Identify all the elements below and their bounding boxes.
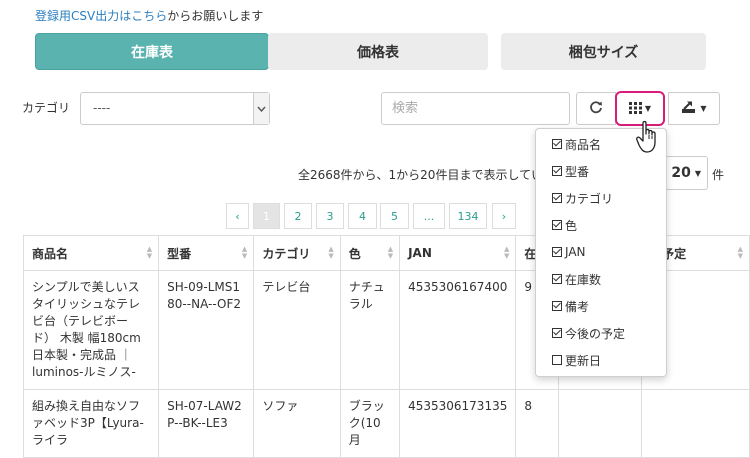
column-header[interactable]: カテゴリ ▲ ▼ xyxy=(253,235,341,271)
menu-item-category[interactable]: カテゴリ xyxy=(552,188,613,208)
checkbox[interactable] xyxy=(552,355,562,365)
column-header-label: JAN xyxy=(408,246,432,260)
refresh-button[interactable] xyxy=(576,92,616,125)
table-cell: 組み換え自由なソファベッド3P【Lyura-ライラ xyxy=(22,389,160,458)
checkbox[interactable] xyxy=(552,247,562,257)
sort-icon: ▲ ▼ xyxy=(387,245,394,260)
checkbox[interactable] xyxy=(552,166,562,176)
pagination-next[interactable]: › xyxy=(492,203,516,229)
tab-stock[interactable]: 在庫表 xyxy=(35,33,269,70)
export-button[interactable]: ▼ xyxy=(668,92,720,125)
hand-cursor-icon xyxy=(636,120,662,160)
page-size-select[interactable]: 20 ▼ xyxy=(660,156,708,190)
grid-icon xyxy=(628,99,642,118)
menu-item-label: JAN xyxy=(565,245,586,259)
table-cell xyxy=(557,389,643,458)
table-cell: 8 xyxy=(515,389,559,458)
checkbox[interactable] xyxy=(552,274,562,284)
checkbox[interactable] xyxy=(552,193,562,203)
pagination-page-2[interactable]: 2 xyxy=(284,203,312,229)
page-size-unit: 件 xyxy=(712,168,725,182)
table-cell: 4535306173135 xyxy=(399,389,517,458)
menu-item-future-plan[interactable]: 今後の予定 xyxy=(552,323,625,343)
checkbox[interactable] xyxy=(552,328,562,338)
menu-item-stock[interactable]: 在庫数 xyxy=(552,269,601,289)
tab-price[interactable]: 価格表 xyxy=(268,33,488,70)
category-select[interactable]: ---- xyxy=(80,92,270,125)
table-cell: ブラック(10月 xyxy=(339,389,401,458)
menu-item-updated-date[interactable]: 更新日 xyxy=(552,350,601,370)
pagination-ellipsis: ... xyxy=(413,203,445,229)
page-size-value: 20 xyxy=(671,165,691,181)
pagination-page-last[interactable]: 134 xyxy=(449,203,487,229)
caret-down-icon: ▼ xyxy=(644,104,652,113)
table-cell xyxy=(641,389,750,458)
menu-item-label: 更新日 xyxy=(565,353,602,368)
chevron-down-icon xyxy=(253,93,269,124)
menu-item-product-name[interactable]: 商品名 xyxy=(552,134,601,154)
column-header-label: 型番 xyxy=(167,246,192,261)
sort-icon: ▲ ▼ xyxy=(737,245,743,260)
table-cell: シンプルで美しいスタイリッシュなテレビ台（テレビボード） 木製 幅180cm 日… xyxy=(22,270,160,390)
search-input[interactable] xyxy=(381,92,570,125)
record-count-text: 全2668件から、1から20件目まで表示していま xyxy=(298,168,538,182)
menu-item-color[interactable]: 色 xyxy=(552,215,577,235)
category-select-value: ---- xyxy=(93,101,111,115)
menu-item-model[interactable]: 型番 xyxy=(552,161,589,181)
table-cell: ナチュラル xyxy=(339,270,401,390)
category-label: カテゴリ xyxy=(22,101,71,115)
menu-item-jan[interactable]: JAN xyxy=(552,242,586,262)
column-header-label: 商品名 xyxy=(32,246,69,261)
table-cell: テレビ台 xyxy=(253,270,341,390)
checkbox[interactable] xyxy=(552,139,562,149)
menu-item-label: 商品名 xyxy=(565,137,602,152)
column-header[interactable]: 色 ▲ ▼ xyxy=(339,235,401,271)
caret-down-icon: ▼ xyxy=(694,168,701,178)
table-cell: ソファ xyxy=(253,389,341,458)
menu-item-label: カテゴリ xyxy=(565,191,614,206)
column-header-label: カテゴリ xyxy=(262,246,311,261)
sort-icon: ▲ ▼ xyxy=(328,245,334,260)
menu-item-label: 今後の予定 xyxy=(565,326,626,341)
table-cell: SH-09-LMS180--NA--OF2 xyxy=(158,270,255,390)
menu-item-label: 型番 xyxy=(565,164,590,179)
refresh-icon xyxy=(589,99,603,118)
column-header-label: 色 xyxy=(348,246,361,261)
column-header[interactable]: JAN ▲ ▼ xyxy=(399,235,517,271)
column-header[interactable]: 型番 ▲ ▼ xyxy=(158,235,255,271)
menu-item-remarks[interactable]: 備考 xyxy=(552,296,589,316)
sort-icon: ▲ ▼ xyxy=(146,245,153,260)
pagination-page-3[interactable]: 3 xyxy=(316,203,344,229)
csv-note-text: からお願いします xyxy=(167,9,264,23)
pagination-page-5[interactable]: 5 xyxy=(380,203,409,229)
menu-item-label: 在庫数 xyxy=(565,272,602,287)
tab-packing-size[interactable]: 梱包サイズ xyxy=(501,33,706,70)
table-cell: 4535306167400 xyxy=(399,270,517,390)
pagination-prev[interactable]: ‹ xyxy=(226,203,249,229)
menu-item-label: 色 xyxy=(565,218,578,233)
sort-icon: ▲ ▼ xyxy=(503,245,510,260)
checkbox[interactable] xyxy=(552,301,562,311)
column-header[interactable]: 商品名 ▲ ▼ xyxy=(22,235,160,271)
csv-note: 登録用CSV出力はこちらからお願いします xyxy=(35,7,263,24)
csv-export-link[interactable]: 登録用CSV出力はこちら xyxy=(35,9,167,23)
table-cell: SH-07-LAW2P--BK--LE3 xyxy=(158,389,255,458)
sort-icon: ▲ ▼ xyxy=(241,245,248,260)
column-visibility-menu: 商品名 型番 カテゴリ 色 JAN 在庫数 備考 今後の予定 更新日 xyxy=(535,128,667,377)
pagination-page-4[interactable]: 4 xyxy=(348,203,377,229)
menu-item-label: 備考 xyxy=(565,299,590,314)
checkbox[interactable] xyxy=(552,220,562,230)
table-row: 組み換え自由なソファベッド3P【Lyura-ライラ SH-07-LAW2P--B… xyxy=(22,389,750,458)
export-icon xyxy=(681,99,697,118)
caret-down-icon: ▼ xyxy=(700,104,707,113)
pagination-page-1[interactable]: 1 xyxy=(253,203,280,229)
